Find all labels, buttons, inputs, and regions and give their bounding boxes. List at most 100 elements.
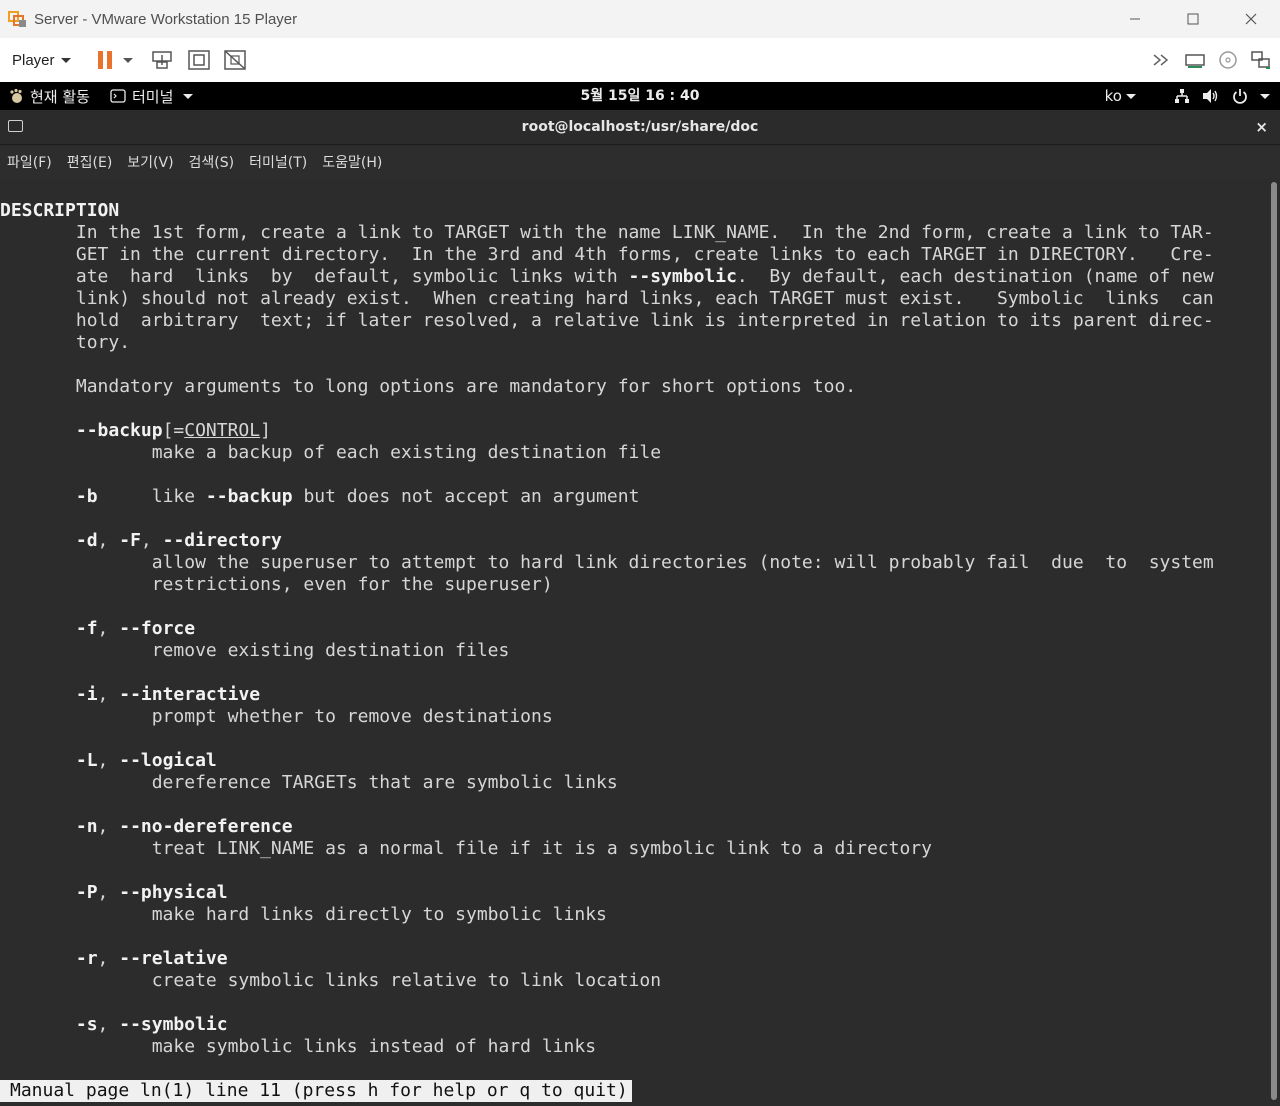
man-line: make hard links directly to symbolic lin… [0,904,1214,926]
man-text-run: In the 1st form, create a link to TARGET… [0,222,1214,243]
man-text-run: --symbolic [119,1014,228,1035]
terminal-scrollbar[interactable] [1268,178,1280,1106]
man-text-run: -r [75,948,98,969]
man-line: tory. [0,332,1214,354]
network-wired-icon[interactable] [1174,88,1190,104]
man-line: -n, --no-dereference [0,816,1214,838]
man-text-run: --symbolic [628,266,737,287]
app-menu-button[interactable]: 터미널 [110,86,194,107]
menu-file[interactable]: 파일(F) [0,152,60,172]
terminal-icon [110,89,126,103]
menu-view[interactable]: 보기(V) [120,152,181,172]
fit-guest-button[interactable] [187,49,211,71]
man-text-run [0,1014,76,1035]
network-adapter-icon [1251,51,1270,69]
man-text-run: --logical [119,750,217,771]
removable-device-button[interactable] [1184,50,1206,70]
man-page-text: DESCRIPTION In the 1st form, create a li… [0,200,1214,1058]
unity-icon [223,50,246,70]
cd-button[interactable] [1218,50,1238,70]
menu-edit[interactable]: 편집(E) [60,152,121,172]
man-text-run: DESCRIPTION [0,200,120,221]
scrollbar-thumb[interactable] [1271,182,1277,1100]
input-method-label: ko [1104,87,1122,105]
man-line: Mandatory arguments to long options are … [0,376,1214,398]
man-line: -b like --backup but does not accept an … [0,486,1214,508]
pause-dropdown-button[interactable] [122,57,133,63]
man-text-run: , [97,816,120,837]
unity-button[interactable] [223,49,247,71]
menu-help[interactable]: 도움말(H) [315,152,390,172]
terminal-close-button[interactable]: × [1255,110,1268,144]
terminal-output[interactable]: DESCRIPTION In the 1st form, create a li… [0,178,1268,1106]
man-text-run: ] [260,420,271,441]
man-text-run [0,486,76,507]
man-text-run: , [97,530,120,551]
cd-icon [1219,51,1237,69]
man-text-run: -i [75,684,98,705]
man-text-run: --directory [162,530,282,551]
man-text-run: CONTROL [184,420,261,441]
pause-button[interactable] [97,50,113,70]
maximize-icon [1187,13,1199,25]
man-line: link) should not already exist. When cre… [0,288,1214,310]
man-line: -s, --symbolic [0,1014,1214,1036]
man-text-run: -n [75,816,98,837]
system-menu-button[interactable] [1232,88,1270,104]
volume-icon[interactable] [1202,88,1220,104]
man-line: -P, --physical [0,882,1214,904]
man-text-run: --force [119,618,196,639]
man-line: create symbolic links relative to link l… [0,970,1214,992]
man-text-run: --no-dereference [119,816,293,837]
man-text-run: remove existing destination files [0,640,510,661]
man-text-run: --physical [119,882,228,903]
man-line: restrictions, even for the superuser) [0,574,1214,596]
man-text-run: --interactive [119,684,261,705]
send-ctrl-alt-del-icon [151,51,172,69]
chevron-down-icon [60,57,71,63]
man-text-run: , [97,684,120,705]
network-adapter-button[interactable] [1250,50,1272,70]
man-text-run: prompt whether to remove destinations [0,706,553,727]
terminal-title: root@localhost:/usr/share/doc [521,119,759,135]
man-text-run: , [97,750,120,771]
gnome-foot-icon [10,88,22,103]
man-text-run: -d [75,530,98,551]
vmware-toolbar: Player [0,38,1280,82]
more-button[interactable] [1152,53,1172,67]
man-line: DESCRIPTION [0,200,1214,222]
activities-label: 현재 활동 [30,87,90,106]
man-line [0,794,1214,816]
man-line: -d, -F, --directory [0,530,1214,552]
man-text-run: hold arbitrary text; if later resolved, … [0,310,1214,331]
chevron-down-icon [122,57,133,63]
minimize-icon [1130,18,1140,20]
man-text-run: create symbolic links relative to link l… [0,970,662,991]
man-text-run: make a backup of each existing destinati… [0,442,662,463]
menu-terminal[interactable]: 터미널(T) [242,152,315,172]
player-menu-label: Player [12,51,55,69]
man-text-run: -L [75,750,98,771]
vmware-app-icon [8,9,28,29]
input-method-button[interactable]: ko [1105,87,1136,105]
fit-guest-icon [187,50,210,70]
man-line [0,354,1214,376]
man-text-run: [= [162,420,185,441]
man-text-run: -P [75,882,98,903]
man-text-run: -f [75,618,98,639]
player-menu-button[interactable]: Player [12,52,71,69]
man-text-run: restrictions, even for the superuser) [0,574,553,595]
man-line: In the 1st form, create a link to TARGET… [0,222,1214,244]
terminal-menubar: 파일(F) 편집(E) 보기(V) 검색(S) 터미널(T) 도움말(H) [0,145,1280,178]
man-text-run [0,948,76,969]
man-text-run: -s [75,1014,98,1035]
minimize-button[interactable] [1106,0,1164,38]
man-line [0,728,1214,750]
menu-search[interactable]: 검색(S) [182,152,243,172]
close-button[interactable] [1222,0,1280,38]
man-line [0,398,1214,420]
send-ctrl-alt-del-button[interactable] [151,49,173,71]
man-text-run: , [97,1014,120,1035]
activities-button[interactable]: 현재 활동 [8,86,90,107]
maximize-button[interactable] [1164,0,1222,38]
